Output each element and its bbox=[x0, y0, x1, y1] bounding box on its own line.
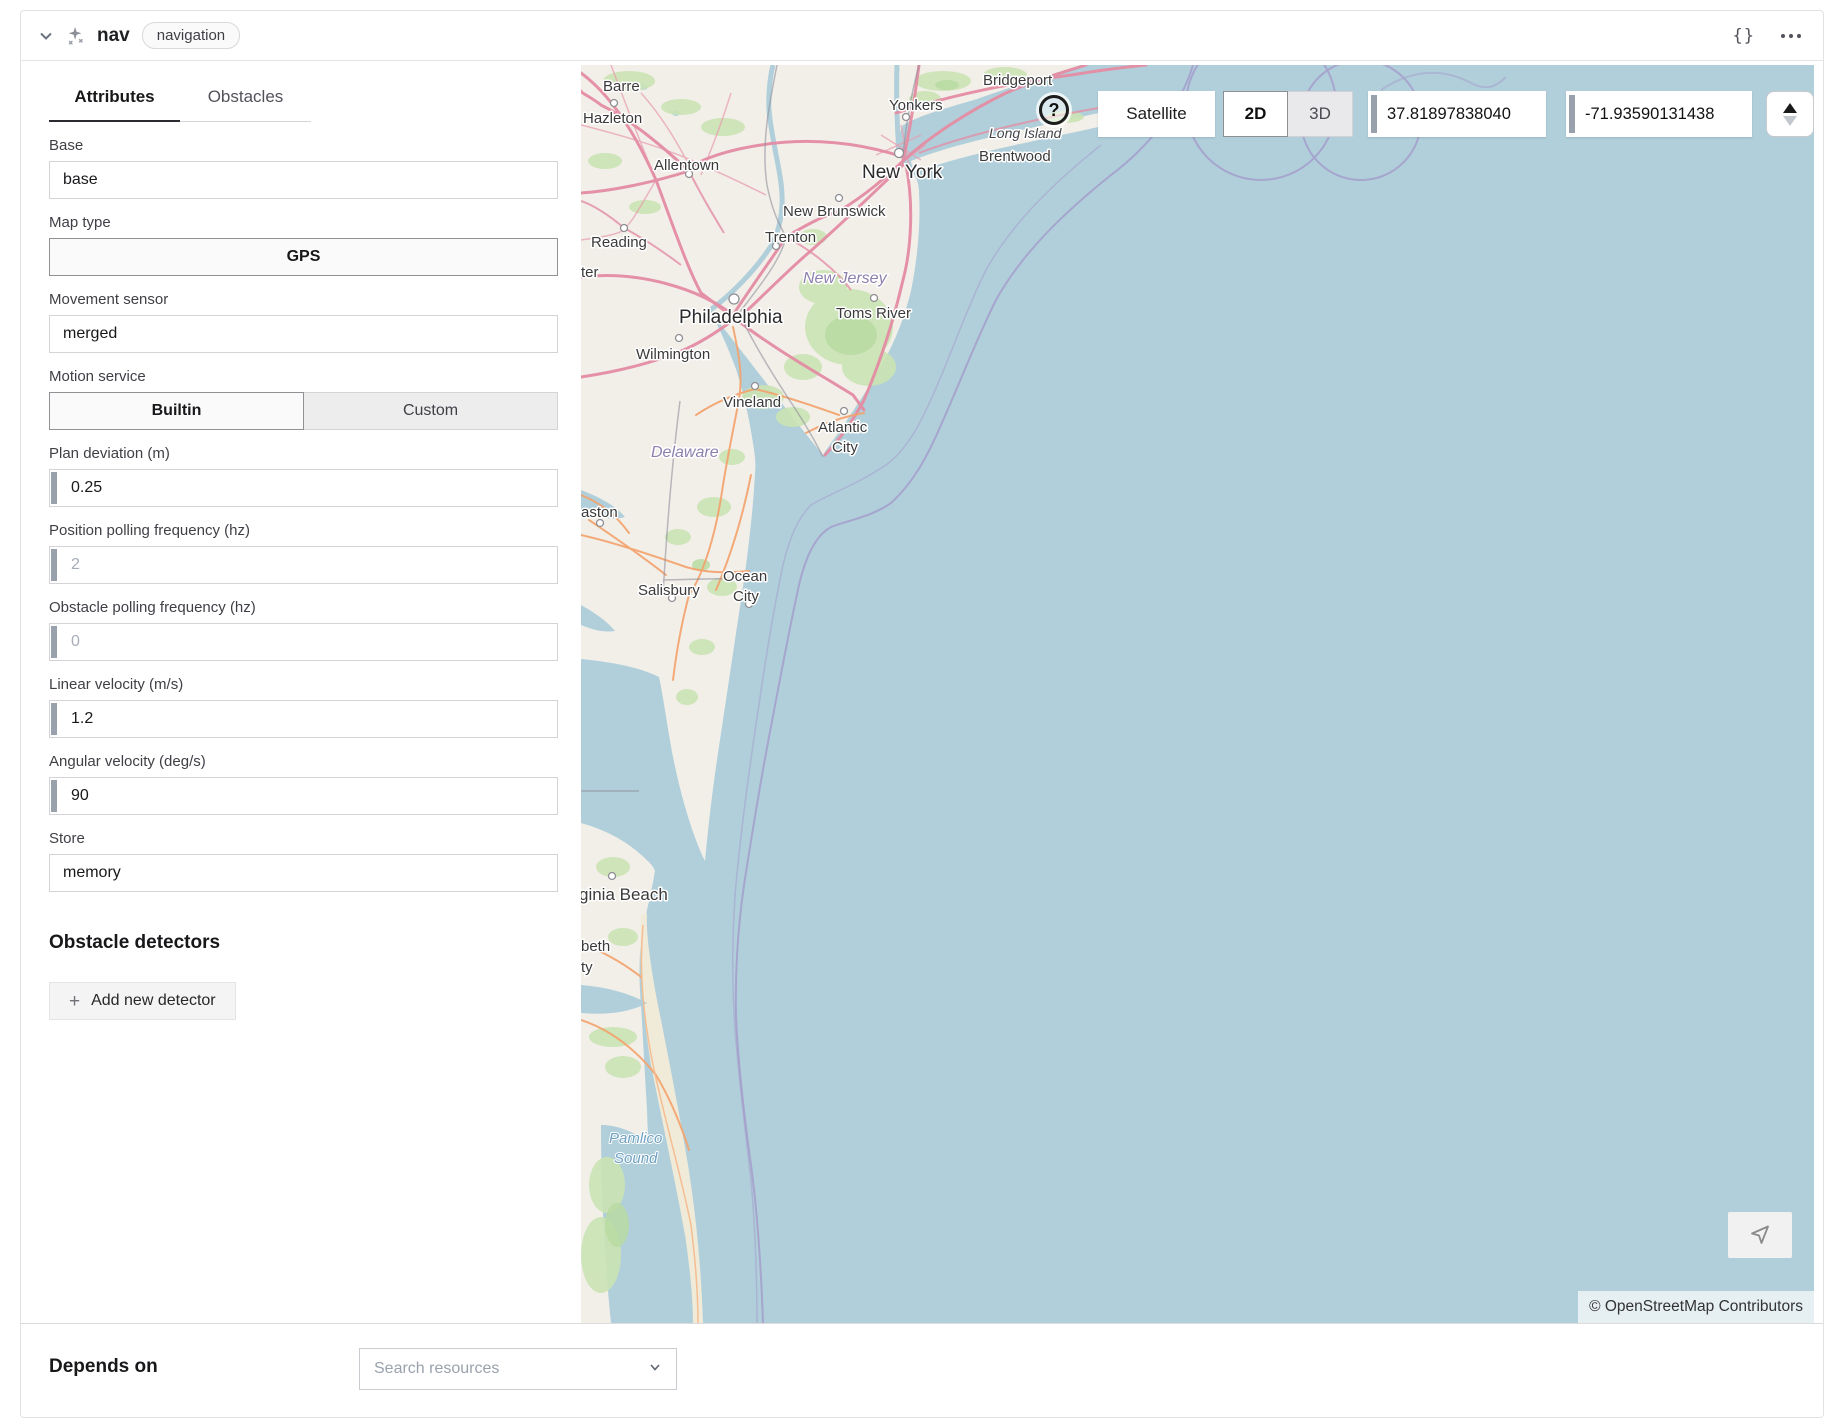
svg-text:Salisbury: Salisbury bbox=[638, 582, 700, 599]
svg-text:Hazleton: Hazleton bbox=[583, 110, 642, 127]
movement-sensor-label: Movement sensor bbox=[49, 291, 558, 308]
longitude-field bbox=[1566, 91, 1752, 137]
svg-text:New Jersey: New Jersey bbox=[803, 270, 888, 287]
svg-text:Toms River: Toms River bbox=[836, 305, 911, 322]
base-label: Base bbox=[49, 137, 558, 154]
svg-text:Vineland: Vineland bbox=[723, 394, 781, 411]
latitude-field bbox=[1368, 91, 1546, 137]
add-detector-label: Add new detector bbox=[91, 992, 216, 1010]
svg-text:ginia Beach: ginia Beach bbox=[581, 885, 668, 904]
svg-text:Allentown: Allentown bbox=[654, 157, 719, 174]
chevron-down-icon bbox=[648, 1360, 662, 1379]
content-row: Attributes Obstacles Base Map type GPS M… bbox=[21, 61, 1823, 1323]
linear-velocity-input[interactable] bbox=[49, 700, 558, 738]
config-card: nav navigation {} Attributes Obstacles B… bbox=[20, 10, 1824, 1418]
navigation-arrow-icon bbox=[1748, 1223, 1772, 1247]
overflow-menu-icon[interactable] bbox=[1781, 34, 1801, 38]
svg-text:Brentwood: Brentwood bbox=[979, 148, 1051, 165]
position-polling-input[interactable] bbox=[49, 546, 558, 584]
map-help-icon[interactable]: ? bbox=[1039, 95, 1069, 125]
collapse-chevron-icon[interactable] bbox=[37, 27, 55, 45]
map-type-gps-button[interactable]: GPS bbox=[49, 238, 558, 276]
view-3d-button[interactable]: 3D bbox=[1288, 91, 1353, 137]
longitude-input[interactable] bbox=[1566, 91, 1752, 137]
svg-text:Sound: Sound bbox=[614, 1150, 658, 1167]
plan-deviation-input[interactable] bbox=[49, 469, 558, 507]
svg-text:Atlantic: Atlantic bbox=[818, 419, 868, 436]
svg-text:City: City bbox=[733, 588, 759, 605]
motion-service-label: Motion service bbox=[49, 368, 558, 385]
coordinate-stepper[interactable] bbox=[1766, 91, 1814, 137]
svg-text:New York: New York bbox=[862, 162, 943, 183]
svg-text:beth: beth bbox=[581, 938, 610, 955]
position-polling-label: Position polling frequency (hz) bbox=[49, 522, 558, 539]
store-input[interactable] bbox=[49, 854, 558, 892]
motion-service-segmented-control: Builtin Custom bbox=[49, 392, 558, 430]
map-attribution[interactable]: © OpenStreetMap Contributors bbox=[1578, 1291, 1814, 1323]
locate-button[interactable] bbox=[1728, 1212, 1792, 1258]
motion-service-builtin-option[interactable]: Builtin bbox=[49, 392, 304, 430]
svg-text:City: City bbox=[832, 439, 858, 456]
svg-text:Barre: Barre bbox=[603, 78, 640, 95]
map-type-label: Map type bbox=[49, 214, 558, 231]
resource-type-badge: navigation bbox=[142, 22, 240, 49]
satellite-toggle-button[interactable]: Satellite bbox=[1098, 91, 1215, 137]
svg-text:ter: ter bbox=[581, 264, 599, 281]
latitude-input[interactable] bbox=[1368, 91, 1546, 137]
svg-text:Yonkers: Yonkers bbox=[889, 97, 943, 114]
svg-text:Philadelphia: Philadelphia bbox=[679, 307, 783, 328]
svg-text:Ocean: Ocean bbox=[723, 568, 767, 585]
svg-text:Wilmington: Wilmington bbox=[636, 346, 710, 363]
motion-service-custom-option[interactable]: Custom bbox=[304, 392, 558, 430]
depends-on-placeholder: Search resources bbox=[374, 1360, 499, 1378]
obstacle-detectors-heading: Obstacle detectors bbox=[49, 932, 558, 954]
tab-bar: Attributes Obstacles bbox=[49, 87, 311, 122]
svg-text:Delaware: Delaware bbox=[651, 444, 719, 461]
svg-text:Long Island: Long Island bbox=[989, 125, 1063, 141]
resource-title: nav bbox=[97, 25, 130, 47]
base-input[interactable] bbox=[49, 161, 558, 199]
add-detector-button[interactable]: + Add new detector bbox=[49, 982, 236, 1020]
svg-text:ty: ty bbox=[581, 959, 593, 976]
movement-sensor-input[interactable] bbox=[49, 315, 558, 353]
linear-velocity-label: Linear velocity (m/s) bbox=[49, 676, 558, 693]
code-json-icon[interactable]: {} bbox=[1733, 26, 1755, 46]
svg-text:New Brunswick: New Brunswick bbox=[783, 203, 886, 220]
tab-obstacles[interactable]: Obstacles bbox=[180, 87, 311, 122]
plus-icon: + bbox=[69, 992, 80, 1011]
attributes-panel: Attributes Obstacles Base Map type GPS M… bbox=[21, 61, 581, 1323]
angular-velocity-label: Angular velocity (deg/s) bbox=[49, 753, 558, 770]
svg-text:Trenton: Trenton bbox=[765, 229, 816, 246]
angular-velocity-input[interactable] bbox=[49, 777, 558, 815]
svg-text:aston: aston bbox=[581, 504, 618, 521]
obstacle-polling-label: Obstacle polling frequency (hz) bbox=[49, 599, 558, 616]
depends-on-label: Depends on bbox=[49, 1356, 158, 1378]
step-up-icon[interactable] bbox=[1783, 103, 1797, 113]
store-label: Store bbox=[49, 830, 558, 847]
svg-text:Bridgeport: Bridgeport bbox=[983, 72, 1053, 89]
depends-on-bar: Depends on Search resources bbox=[21, 1323, 1823, 1418]
tab-attributes[interactable]: Attributes bbox=[49, 87, 180, 122]
svg-text:Reading: Reading bbox=[591, 234, 647, 251]
card-header: nav navigation {} bbox=[21, 11, 1823, 61]
view-2d-button[interactable]: 2D bbox=[1223, 91, 1288, 137]
svg-text:Pamlico: Pamlico bbox=[609, 1130, 662, 1147]
navigation-service-icon bbox=[65, 25, 87, 47]
plan-deviation-label: Plan deviation (m) bbox=[49, 445, 558, 462]
map-canvas[interactable]: Barre Hazleton Yonkers Bridgeport Long Islan… bbox=[581, 65, 1814, 1323]
depends-on-select[interactable]: Search resources bbox=[359, 1348, 677, 1390]
obstacle-polling-input[interactable] bbox=[49, 623, 558, 661]
step-down-icon[interactable] bbox=[1783, 116, 1797, 126]
map-base-layer: Barre Hazleton Yonkers Bridgeport Long Islan… bbox=[581, 65, 1814, 1323]
